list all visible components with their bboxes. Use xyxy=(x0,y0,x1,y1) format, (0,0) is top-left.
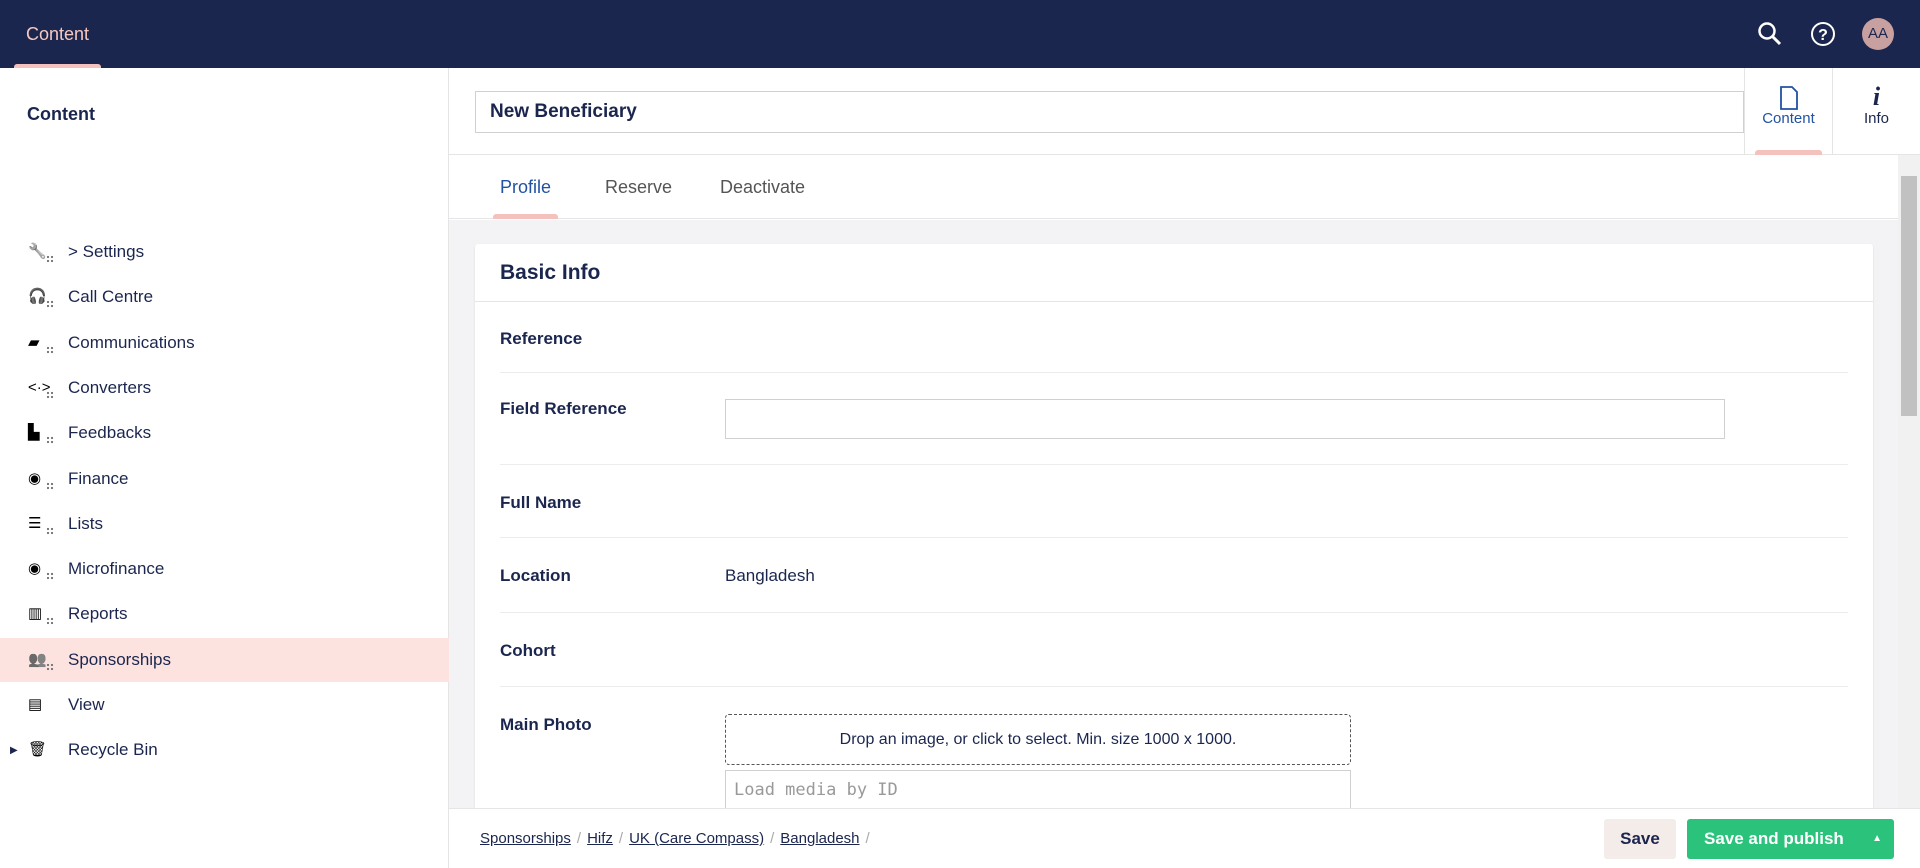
sidebar-item-label: Converters xyxy=(68,377,152,397)
tab-deactivate[interactable]: Deactivate xyxy=(713,155,812,219)
sidebar-item-label: Finance xyxy=(68,468,129,488)
sidebar-item-label: Recycle Bin xyxy=(68,740,158,760)
expand-caret-icon[interactable]: ▶ xyxy=(10,745,18,756)
sidebar-item-label: Lists xyxy=(68,513,103,533)
sidebar-item-microfinance[interactable]: ◉ Microfinance xyxy=(0,547,449,591)
coin-stack-icon: ◉ xyxy=(28,558,54,581)
load-media-input[interactable]: Load media by ID xyxy=(725,770,1351,808)
sidebar-item-label: Reports xyxy=(68,604,128,624)
field-reference-input[interactable] xyxy=(725,399,1725,439)
reference-label: Reference xyxy=(500,329,583,348)
card-title: Basic Info xyxy=(475,244,1873,302)
tab-profile[interactable]: Profile xyxy=(493,155,559,219)
sidebar-item-lists[interactable]: ☰ Lists xyxy=(0,502,449,546)
sidebar-item-converters[interactable]: <·> Converters xyxy=(0,366,449,410)
coins-icon: ◉ xyxy=(28,468,54,490)
books-icon: ▥ xyxy=(28,603,54,626)
document-icon xyxy=(1745,68,1832,110)
sidebar-item-settings[interactable]: 🔧 > Settings xyxy=(0,230,449,274)
section-content[interactable]: Content xyxy=(14,0,102,68)
basic-info-card: Basic Info Reference Field Reference Ful… xyxy=(475,244,1873,808)
save-button[interactable]: Save xyxy=(1604,819,1676,859)
sidebar-item-label: > Settings xyxy=(68,242,145,261)
breadcrumb-item[interactable]: Bangladesh xyxy=(780,830,859,847)
sidebar-item-label: Communications xyxy=(68,332,195,352)
sidebar-item-label: Microfinance xyxy=(68,559,165,579)
scrollbar-thumb[interactable] xyxy=(1901,176,1917,416)
inbox-icon: ▰ xyxy=(28,332,54,354)
info-icon: i xyxy=(1872,82,1881,111)
app-info[interactable]: i Info xyxy=(1832,68,1920,155)
app-info-label: Info xyxy=(1863,110,1890,127)
app-content[interactable]: Content xyxy=(1744,68,1832,155)
sidebar-item-communications[interactable]: ▰ Communications xyxy=(0,321,449,365)
caret-up-icon[interactable]: ▲ xyxy=(1872,819,1882,859)
sidebar: Content 🔧 > Settings 🎧 Call Centre ▰ Communic… xyxy=(0,68,449,868)
breadcrumb-item[interactable]: Sponsorships xyxy=(480,830,571,847)
trash-icon: 🗑 xyxy=(28,741,48,759)
sidebar-item-label: View xyxy=(68,695,105,714)
sidebar-title: Content xyxy=(27,104,95,124)
scrollbar[interactable] xyxy=(1898,155,1920,808)
location-value: Bangladesh xyxy=(725,566,815,585)
top-bar: Content ? AA xyxy=(0,0,1920,68)
feedback-icon: ▙ xyxy=(28,422,54,445)
sidebar-item-label: Call Centre xyxy=(68,287,154,307)
avatar[interactable]: AA xyxy=(1862,18,1894,50)
newspaper-icon: ▤ xyxy=(28,696,43,713)
wrench-icon: 🔧 xyxy=(28,241,54,263)
editor: Content i Info Profile Reserve Deactivat… xyxy=(449,68,1920,868)
cohort-label: Cohort xyxy=(500,641,556,660)
main-photo-label: Main Photo xyxy=(500,715,592,734)
sidebar-item-view[interactable]: ▤ View xyxy=(0,683,449,727)
sidebar-item-reports[interactable]: ▥ Reports xyxy=(0,592,449,636)
breadcrumb-item[interactable]: UK (Care Compass) xyxy=(629,830,764,847)
save-and-publish-label: Save and publish xyxy=(1704,829,1844,848)
sidebar-item-label: Sponsorships xyxy=(68,649,172,669)
sidebar-item-label: Feedbacks xyxy=(68,423,152,443)
location-label: Location xyxy=(500,566,571,585)
search-icon[interactable] xyxy=(1754,18,1786,50)
full-name-label: Full Name xyxy=(500,493,582,512)
svg-text:?: ? xyxy=(1818,27,1828,44)
sidebar-item-finance[interactable]: ◉ Finance xyxy=(0,457,449,501)
breadcrumb-item[interactable]: Hifz xyxy=(587,830,613,847)
help-icon[interactable]: ? xyxy=(1807,18,1839,50)
sidebar-item-sponsorships[interactable]: 👥 Sponsorships xyxy=(0,637,449,682)
headset-icon: 🎧 xyxy=(28,286,54,309)
app-content-label: Content xyxy=(1762,110,1815,127)
tab-reserve[interactable]: Reserve xyxy=(598,155,679,219)
sidebar-item-recycle-bin[interactable]: ▶ 🗑 Recycle Bin xyxy=(0,728,449,772)
save-and-publish-button[interactable]: Save and publish ▲ xyxy=(1687,819,1894,859)
numbered-list-icon: ☰ xyxy=(28,513,54,535)
image-dropzone[interactable]: Drop an image, or click to select. Min. … xyxy=(725,714,1351,765)
breadcrumb: Sponsorships / Hifz / UK (Care Compass) / Bang… xyxy=(480,830,870,847)
sidebar-item-feedbacks[interactable]: ▙ Feedbacks xyxy=(0,411,449,455)
users-icon: 👥 xyxy=(28,649,54,671)
field-reference-label: Field Reference xyxy=(500,399,627,418)
code-icon: <·> xyxy=(28,377,54,399)
sidebar-item-call-centre[interactable]: 🎧 Call Centre xyxy=(0,275,449,319)
node-name-input[interactable] xyxy=(475,91,1744,133)
